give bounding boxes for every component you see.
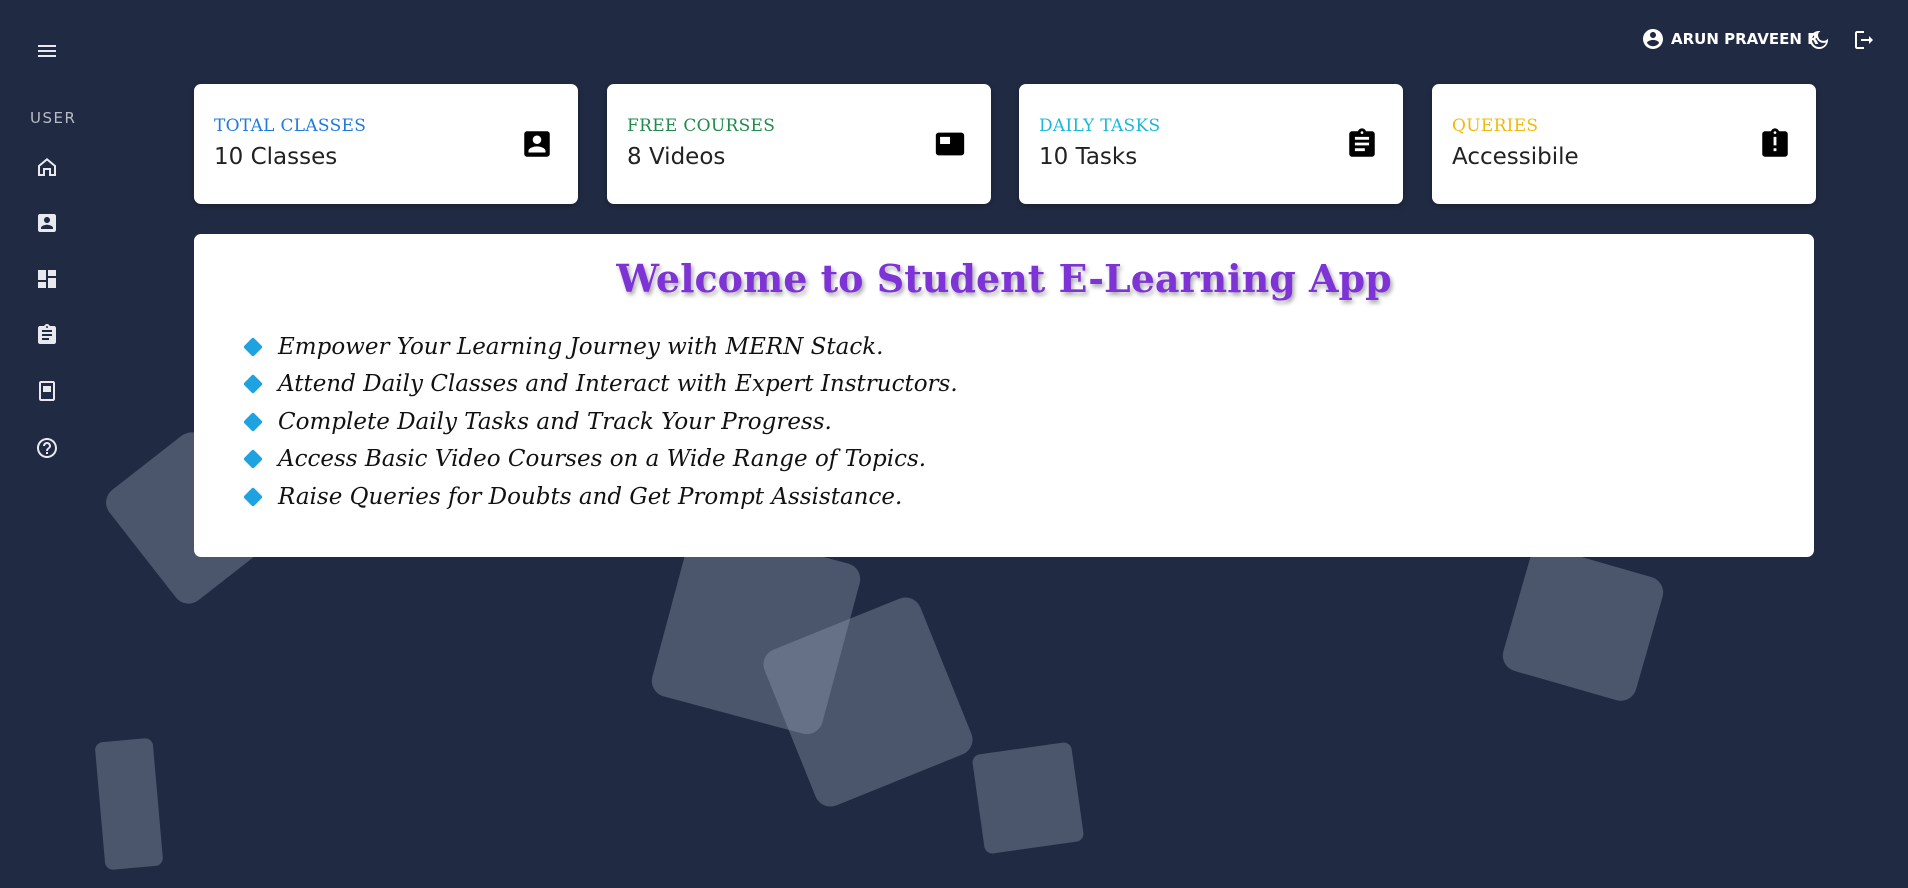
feature-text: Attend Daily Classes and Interact with E…: [278, 371, 958, 398]
diamond-bullet-icon: [243, 449, 263, 470]
stat-card-total-classes[interactable]: TOTAL CLASSES 10 Classes: [194, 84, 578, 204]
logout-icon[interactable]: [1852, 28, 1878, 54]
video-window-icon: [933, 127, 967, 161]
feature-list: Empower Your Learning Journey with MERN …: [242, 328, 958, 516]
sidebar-section-label: USER: [30, 109, 77, 127]
background-shape: [971, 741, 1085, 855]
menu-icon[interactable]: [34, 38, 60, 64]
classes-icon[interactable]: [34, 210, 60, 236]
book-icon[interactable]: [34, 378, 60, 404]
welcome-panel: Welcome to Student E-Learning App Empowe…: [194, 234, 1814, 557]
feature-text: Access Basic Video Courses on a Wide Ran…: [278, 446, 927, 473]
list-item: Attend Daily Classes and Interact with E…: [242, 366, 958, 404]
welcome-title: Welcome to Student E-Learning App: [616, 256, 1392, 301]
list-item: Complete Daily Tasks and Track Your Prog…: [242, 403, 958, 441]
card-title: DAILY TASKS: [1039, 116, 1161, 136]
card-value: 8 Videos: [627, 144, 726, 170]
feature-text: Raise Queries for Doubts and Get Prompt …: [278, 483, 903, 510]
sidebar: USER: [0, 0, 94, 888]
help-icon[interactable]: [34, 435, 60, 461]
account-circle-icon: [1643, 29, 1663, 49]
stat-card-daily-tasks[interactable]: DAILY TASKS 10 Tasks: [1019, 84, 1403, 204]
card-value: 10 Classes: [214, 144, 338, 170]
list-item: Raise Queries for Doubts and Get Prompt …: [242, 478, 958, 516]
card-title: TOTAL CLASSES: [214, 116, 367, 136]
feature-text: Empower Your Learning Journey with MERN …: [278, 333, 884, 360]
home-icon[interactable]: [34, 154, 60, 180]
stat-card-queries[interactable]: QUERIES Accessibile: [1432, 84, 1816, 204]
clipboard-alert-icon: [1758, 127, 1792, 161]
diamond-bullet-icon: [243, 374, 263, 395]
diamond-bullet-icon: [243, 486, 263, 507]
background-shape: [94, 737, 164, 871]
tasks-icon[interactable]: [34, 322, 60, 348]
dark-mode-icon[interactable]: [1807, 28, 1833, 54]
list-item: Empower Your Learning Journey with MERN …: [242, 328, 958, 366]
dashboard-icon[interactable]: [34, 266, 60, 292]
card-title: QUERIES: [1452, 116, 1539, 136]
stat-card-free-courses[interactable]: FREE COURSES 8 Videos: [607, 84, 991, 204]
user-menu[interactable]: ARUN PRAVEEN R: [1641, 27, 1819, 51]
card-title: FREE COURSES: [627, 116, 776, 136]
user-name: ARUN PRAVEEN R: [1671, 30, 1819, 48]
diamond-bullet-icon: [243, 411, 263, 432]
list-item: Access Basic Video Courses on a Wide Ran…: [242, 441, 958, 479]
feature-text: Complete Daily Tasks and Track Your Prog…: [278, 408, 832, 435]
background-shape: [1499, 543, 1667, 705]
card-value: 10 Tasks: [1039, 144, 1138, 170]
clipboard-icon: [1345, 127, 1379, 161]
card-value: Accessibile: [1452, 144, 1579, 170]
contact-card-icon: [520, 127, 554, 161]
diamond-bullet-icon: [243, 336, 263, 357]
